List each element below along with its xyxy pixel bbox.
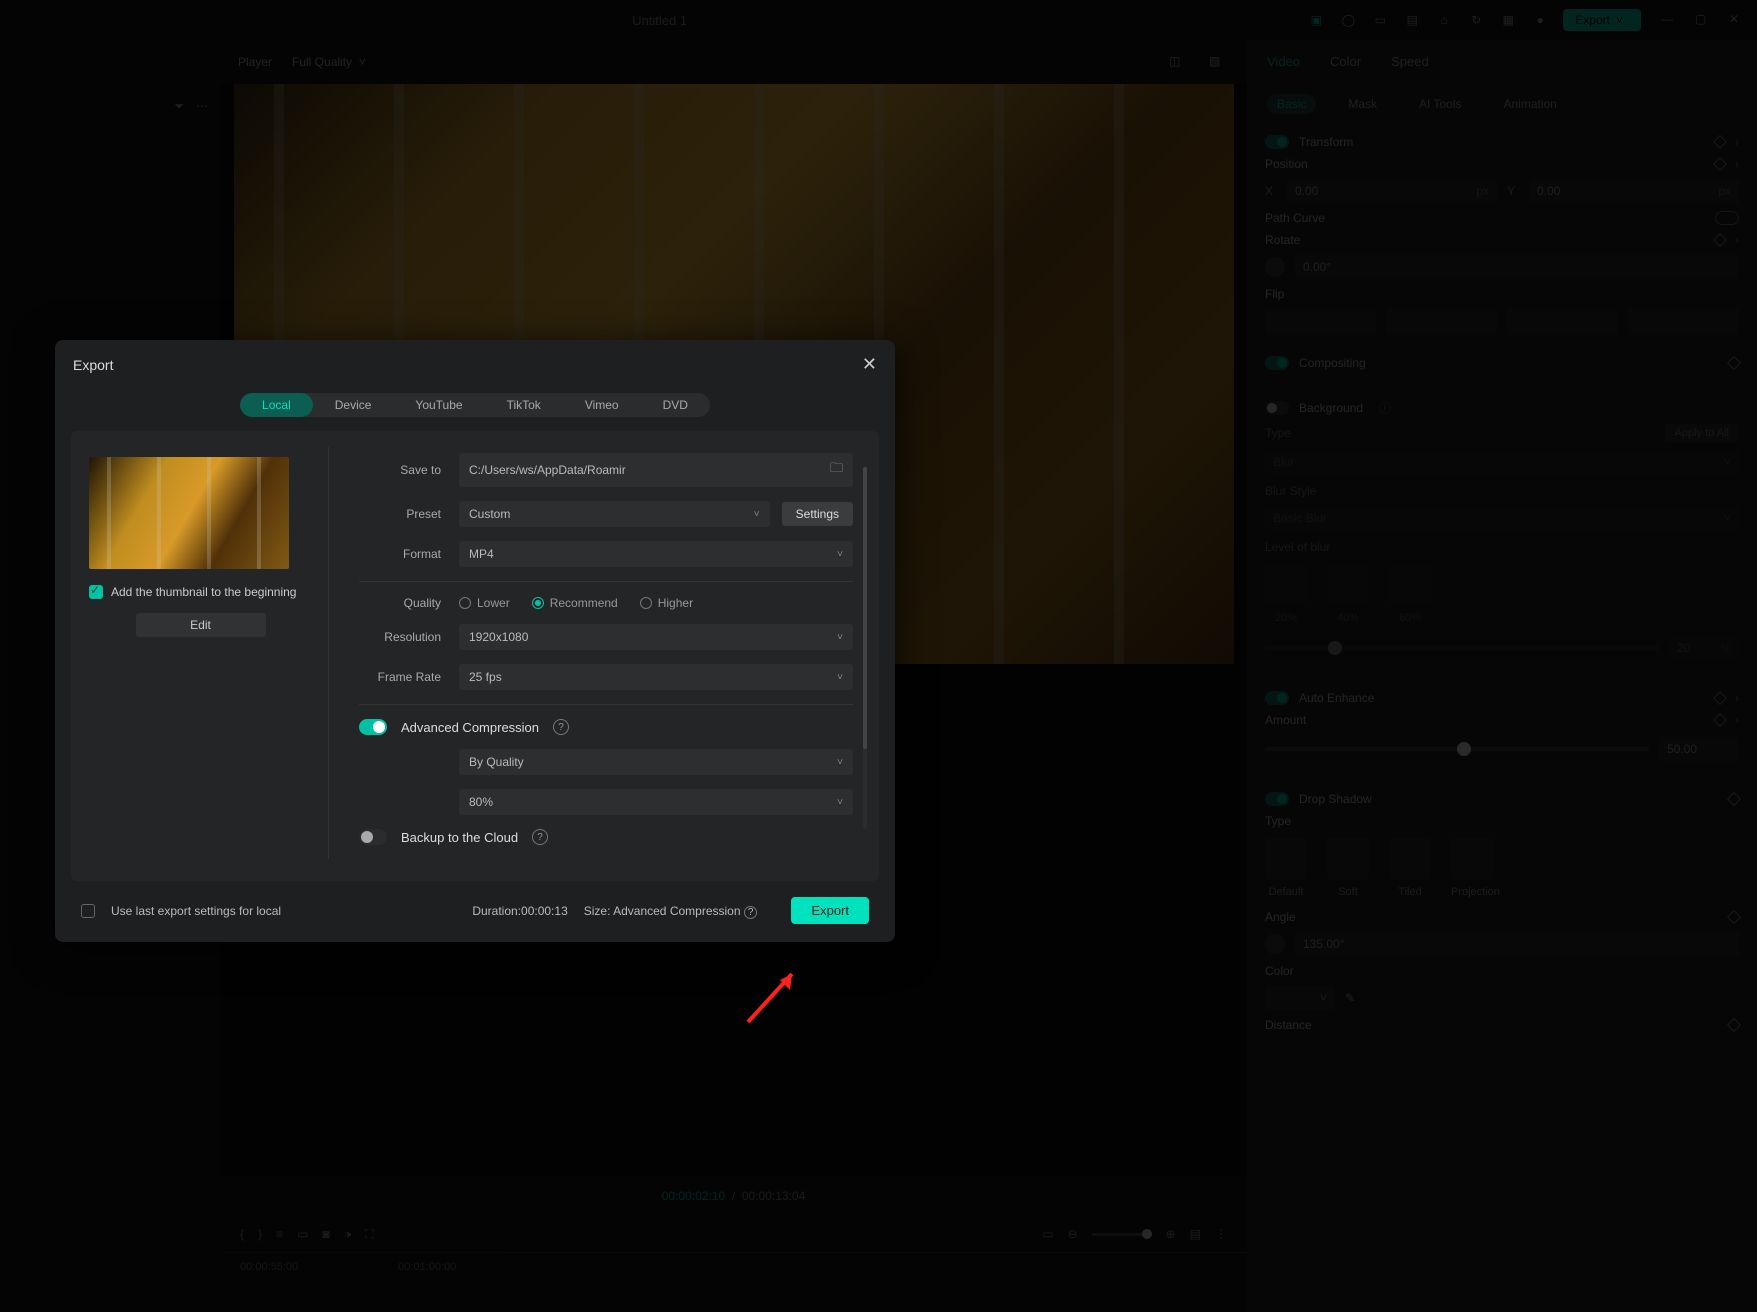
export-footer: Use last export settings for local Durat… (55, 897, 895, 942)
save-to-path[interactable]: C:/Users/ws/AppData/Roamir🗀 (459, 453, 853, 487)
add-thumbnail-checkbox[interactable] (89, 585, 103, 599)
export-tab-dvd[interactable]: DVD (641, 393, 710, 417)
resolution-select[interactable]: 1920x1080˅ (459, 624, 853, 650)
folder-icon[interactable]: 🗀 (830, 459, 843, 481)
use-last-settings-checkbox[interactable] (81, 904, 95, 918)
quality-radio-lower[interactable]: Lower (459, 596, 510, 610)
export-tab-youtube[interactable]: YouTube (393, 393, 484, 417)
chevron-down-icon: ˅ (837, 632, 843, 643)
compression-mode-select[interactable]: By Quality˅ (459, 749, 853, 775)
export-tab-tiktok[interactable]: TikTok (485, 393, 563, 417)
duration-meta: Duration:00:00:13 (472, 904, 567, 918)
export-tab-local[interactable]: Local (240, 393, 313, 417)
export-confirm-button[interactable]: Export (791, 897, 869, 924)
quality-radio-higher[interactable]: Higher (640, 596, 693, 610)
edit-thumbnail-button[interactable]: Edit (136, 613, 266, 637)
help-icon[interactable]: ? (532, 829, 548, 845)
chevron-down-icon: ˅ (754, 509, 760, 520)
help-icon[interactable]: ? (553, 719, 569, 735)
backup-cloud-label: Backup to the Cloud (401, 830, 518, 845)
help-icon[interactable]: ? (744, 906, 758, 919)
preset-select[interactable]: Custom˅ (459, 501, 770, 527)
chevron-down-icon: ˅ (837, 757, 843, 768)
size-meta: Size: Advanced Compression ? (584, 904, 758, 918)
backup-cloud-toggle[interactable] (359, 829, 387, 845)
quality-radio-recommend[interactable]: Recommend (532, 596, 618, 610)
chevron-down-icon: ˅ (837, 797, 843, 808)
use-last-settings-label: Use last export settings for local (111, 904, 281, 918)
adv-compression-toggle[interactable] (359, 719, 387, 735)
export-tab-device[interactable]: Device (313, 393, 394, 417)
add-thumbnail-label: Add the thumbnail to the beginning (111, 585, 296, 599)
close-icon[interactable]: ✕ (862, 354, 877, 375)
format-select[interactable]: MP4˅ (459, 541, 853, 567)
export-tabs: Local Device YouTube TikTok Vimeo DVD (55, 389, 895, 431)
chevron-down-icon: ˅ (837, 549, 843, 560)
export-scrollbar[interactable] (863, 467, 867, 829)
export-dialog-title: Export (73, 357, 113, 373)
export-dialog: Export ✕ Local Device YouTube TikTok Vim… (55, 340, 895, 942)
framerate-select[interactable]: 25 fps˅ (459, 664, 853, 690)
preset-settings-button[interactable]: Settings (782, 502, 853, 526)
chevron-down-icon: ˅ (837, 672, 843, 683)
export-tab-vimeo[interactable]: Vimeo (563, 393, 641, 417)
export-thumbnail (89, 457, 289, 569)
compression-pct-select[interactable]: 80%˅ (459, 789, 853, 815)
adv-compression-label: Advanced Compression (401, 720, 539, 735)
